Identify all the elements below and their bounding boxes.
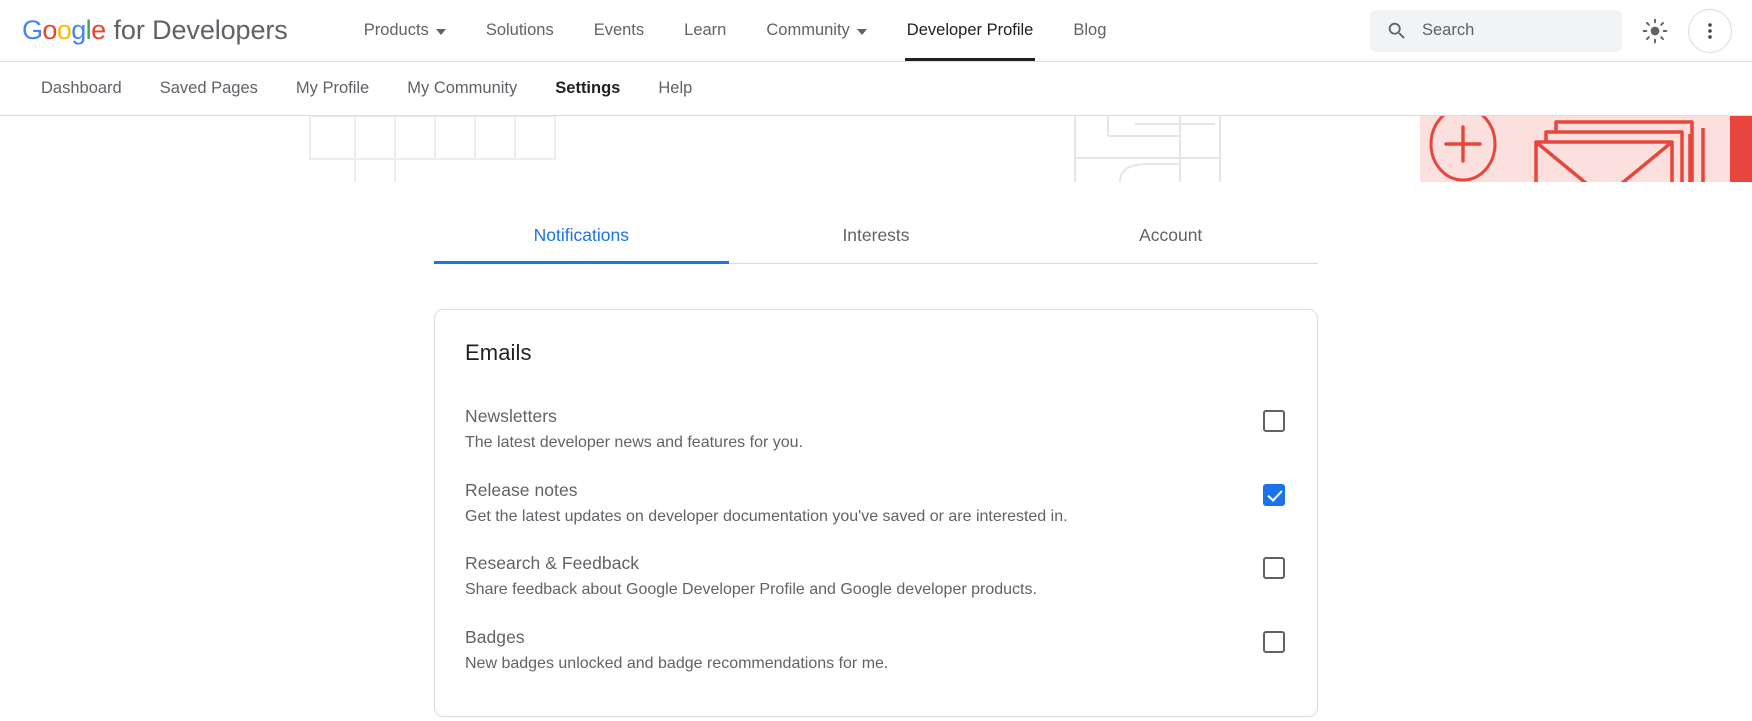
chevron-down-icon — [857, 29, 867, 35]
nav-label-developer-profile: Developer Profile — [907, 21, 1034, 40]
logo-letter-g2: g — [71, 15, 85, 45]
list-item-badges: Badges New badges unlocked and badge rec… — [465, 615, 1285, 689]
subnav-label-dashboard: Dashboard — [41, 79, 122, 98]
pref-desc-release-notes: Get the latest updates on developer docu… — [465, 506, 1239, 528]
nav-item-products[interactable]: Products — [344, 0, 466, 61]
subnav-label-settings: Settings — [555, 79, 620, 98]
tab-label-notifications: Notifications — [534, 225, 629, 245]
sidebar-item-dashboard[interactable]: Dashboard — [22, 62, 141, 115]
nav-item-solutions[interactable]: Solutions — [466, 0, 574, 61]
logo-letter-e: e — [91, 15, 105, 45]
nav-item-developer-profile[interactable]: Developer Profile — [887, 0, 1054, 61]
pref-desc-newsletters: The latest developer news and features f… — [465, 432, 1239, 454]
research-feedback-text-group: Research & Feedback Share feedback about… — [465, 553, 1263, 601]
pref-desc-research-feedback: Share feedback about Google Developer Pr… — [465, 579, 1239, 601]
nav-label-learn: Learn — [684, 21, 726, 40]
theme-toggle-button[interactable] — [1632, 8, 1678, 54]
main-content: Notifications Interests Account Emails N… — [0, 182, 1752, 717]
secondary-nav: Dashboard Saved Pages My Profile My Comm… — [0, 62, 1752, 116]
tab-label-account: Account — [1139, 225, 1202, 245]
pref-title-research-feedback: Research & Feedback — [465, 553, 1239, 574]
sun-icon — [1642, 18, 1668, 44]
sidebar-item-settings[interactable]: Settings — [536, 62, 639, 115]
list-item-newsletters: Newsletters The latest developer news an… — [465, 394, 1285, 468]
tab-notifications[interactable]: Notifications — [434, 206, 729, 263]
tab-interests[interactable]: Interests — [729, 206, 1024, 263]
emails-settings-card: Emails Newsletters The latest developer … — [434, 309, 1318, 717]
release-notes-text-group: Release notes Get the latest updates on … — [465, 480, 1263, 528]
settings-tabs: Notifications Interests Account — [434, 206, 1318, 264]
hero-illustration — [0, 116, 1752, 182]
pref-title-release-notes: Release notes — [465, 480, 1239, 501]
newsletters-text-group: Newsletters The latest developer news an… — [465, 406, 1263, 454]
logo-letter-g1: G — [22, 15, 42, 45]
list-item-research-feedback: Research & Feedback Share feedback about… — [465, 541, 1285, 615]
search-input[interactable] — [1422, 21, 1606, 40]
google-wordmark: Google — [22, 15, 106, 46]
checkbox-research-feedback[interactable] — [1263, 557, 1285, 579]
tab-account[interactable]: Account — [1023, 206, 1318, 263]
overflow-menu-button[interactable] — [1688, 9, 1732, 53]
subnav-label-saved-pages: Saved Pages — [160, 79, 258, 98]
search-icon — [1386, 20, 1408, 42]
envelope-icon — [1536, 122, 1703, 182]
hero-accent-bar — [1730, 116, 1752, 182]
nav-label-products: Products — [364, 21, 429, 40]
pref-title-badges: Badges — [465, 627, 1239, 648]
nav-label-solutions: Solutions — [486, 21, 554, 40]
sidebar-item-help[interactable]: Help — [639, 62, 711, 115]
hero-banner — [0, 116, 1752, 182]
sidebar-item-saved-pages[interactable]: Saved Pages — [141, 62, 277, 115]
list-item-release-notes: Release notes Get the latest updates on … — [465, 468, 1285, 542]
subnav-label-help: Help — [658, 79, 692, 98]
checkbox-release-notes[interactable] — [1263, 484, 1285, 506]
nav-item-learn[interactable]: Learn — [664, 0, 746, 61]
search-box[interactable] — [1370, 10, 1622, 52]
card-title-emails: Emails — [465, 340, 1285, 366]
nav-label-events: Events — [594, 21, 644, 40]
google-for-developers-logo[interactable]: Google for Developers — [22, 15, 288, 46]
badges-text-group: Badges New badges unlocked and badge rec… — [465, 627, 1263, 675]
nav-label-blog: Blog — [1073, 21, 1106, 40]
nav-item-community[interactable]: Community — [746, 0, 886, 61]
checkbox-badges[interactable] — [1263, 631, 1285, 653]
tab-label-interests: Interests — [842, 225, 909, 245]
logo-letter-o2: o — [57, 15, 71, 45]
chevron-down-icon — [436, 29, 446, 35]
nav-item-blog[interactable]: Blog — [1053, 0, 1126, 61]
primary-nav: Products Solutions Events Learn Communit… — [344, 0, 1127, 61]
header-right-actions — [1370, 8, 1732, 54]
sidebar-item-my-profile[interactable]: My Profile — [277, 62, 388, 115]
pref-desc-badges: New badges unlocked and badge recommenda… — [465, 653, 1239, 675]
subnav-label-my-community: My Community — [407, 79, 517, 98]
nav-item-events[interactable]: Events — [574, 0, 664, 61]
logo-letter-o1: o — [42, 15, 56, 45]
nav-label-community: Community — [766, 21, 849, 40]
sidebar-item-my-community[interactable]: My Community — [388, 62, 536, 115]
checkbox-newsletters[interactable] — [1263, 410, 1285, 432]
logo-suffix: for Developers — [114, 15, 288, 46]
pref-title-newsletters: Newsletters — [465, 406, 1239, 427]
top-header: Google for Developers Products Solutions… — [0, 0, 1752, 62]
subnav-label-my-profile: My Profile — [296, 79, 369, 98]
more-vert-icon — [1699, 20, 1721, 42]
